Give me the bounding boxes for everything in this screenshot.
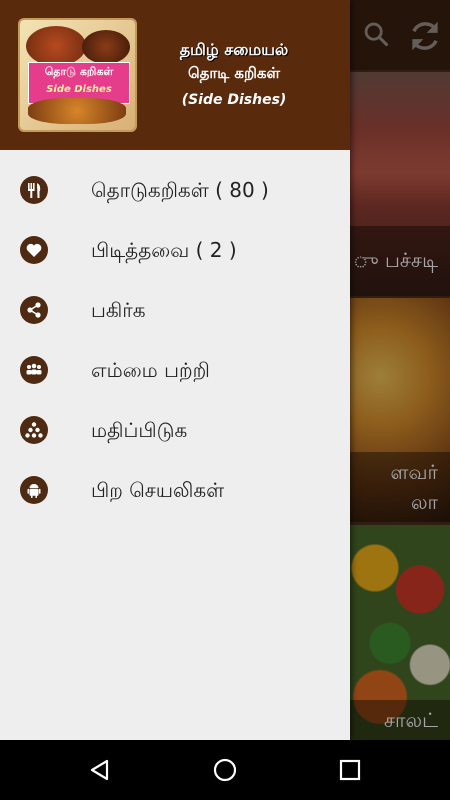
menu-item-label: மதிப்பிடுக [91,418,188,442]
menu-item-about-us[interactable]: எம்மை பற்றி [0,340,350,400]
logo-badge-title: தொடு கறிகள் [44,65,114,78]
home-icon[interactable] [210,755,240,785]
drawer-header: தொடு கறிகள் Side Dishes தமிழ் சமையல் தொட… [0,0,350,150]
people-icon [20,356,48,384]
rating-icon [20,416,48,444]
menu-item-label: பிற செயலிகள் [91,478,225,502]
menu-item-label: எம்மை பற்றி [91,358,210,382]
food-image [82,30,130,64]
back-icon[interactable] [85,755,115,785]
app-subtitle-english: (Side Dishes) [181,92,287,108]
menu-item-favorites[interactable]: பிடித்தவை ( 2 ) [0,220,350,280]
app-title: தமிழ் சமையல் [179,40,289,59]
menu-item-rate-app[interactable]: மதிப்பிடுக [0,400,350,460]
cutlery-icon [20,176,48,204]
recent-apps-icon[interactable] [335,755,365,785]
menu-item-label: தொடுகறிகள் ( 80 ) [91,178,269,202]
menu-item-side-dishes[interactable]: தொடுகறிகள் ( 80 ) [0,160,350,220]
system-nav-bar [0,740,450,800]
food-image [26,26,86,66]
menu-item-share[interactable]: பகிர்க [0,280,350,340]
drawer-menu: தொடுகறிகள் ( 80 ) பிடித்தவை ( 2 ) பகிர்க… [0,160,350,520]
food-image [28,98,126,124]
logo-badge-subtitle: Side Dishes [46,84,112,95]
app-subtitle: தொடி கறிகள் [187,64,281,82]
app-logo: தொடு கறிகள் Side Dishes [20,20,135,130]
menu-item-other-apps[interactable]: பிற செயலிகள் [0,460,350,520]
heart-icon [20,236,48,264]
share-icon [20,296,48,324]
menu-item-label: பிடித்தவை ( 2 ) [91,238,237,262]
menu-item-label: பகிர்க [91,298,146,322]
android-icon [20,476,48,504]
navigation-drawer: தொடு கறிகள் Side Dishes தமிழ் சமையல் தொட… [0,0,350,740]
